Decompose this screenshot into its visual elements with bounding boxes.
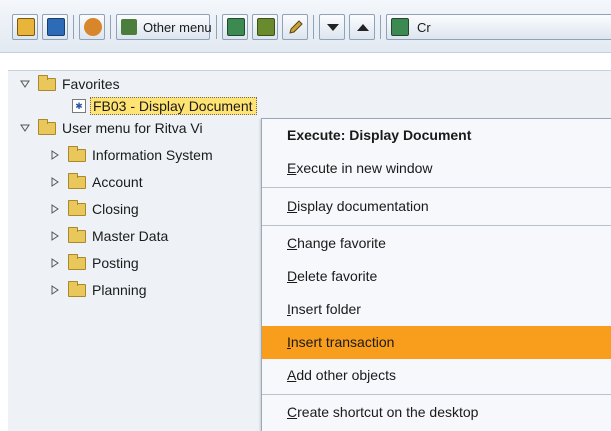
expand-icon[interactable] xyxy=(48,202,62,216)
favorites-icon xyxy=(47,18,65,36)
tree-child-label: Master Data xyxy=(92,228,169,244)
context-menu: Execute: Display Document Execute in new… xyxy=(261,118,611,431)
tree-child-label: Planning xyxy=(92,282,147,298)
menu-item-label: Execute: Display Document xyxy=(287,127,472,143)
refresh-button[interactable] xyxy=(79,14,105,40)
menu-separator xyxy=(262,187,611,188)
folder-open-icon xyxy=(38,118,56,135)
tree-node-child[interactable]: Master Data xyxy=(48,225,168,247)
folder-icon xyxy=(68,226,86,243)
toolbar-separator xyxy=(380,15,381,39)
user-menu-label: User menu for Ritva Vi xyxy=(62,120,203,136)
tree-node-child[interactable]: Posting xyxy=(48,252,139,274)
menu-item-add-other-objects[interactable]: Add other objects xyxy=(262,359,611,392)
favorite-item-fb03[interactable]: FB03 - Display Document xyxy=(90,97,257,115)
tree-node-fb03[interactable]: ✱ FB03 - Display Document xyxy=(72,95,257,117)
change-favorite-button[interactable] xyxy=(222,14,248,40)
expand-icon[interactable] xyxy=(48,229,62,243)
favorites-button[interactable] xyxy=(42,14,68,40)
menu-item-display-documentation[interactable]: Display documentation xyxy=(262,190,611,223)
tree-node-favorites[interactable]: Favorites xyxy=(18,73,120,95)
mnemonic: D xyxy=(287,268,298,284)
menu-separator xyxy=(262,394,611,395)
menu-separator xyxy=(262,225,611,226)
menu-item-label: isplay documentation xyxy=(297,198,429,214)
tree-node-child[interactable]: Information System xyxy=(48,144,213,166)
tree-node-user-menu[interactable]: User menu for Ritva Vi xyxy=(18,117,203,139)
folder-icon xyxy=(68,280,86,297)
toolbar-separator xyxy=(313,15,314,39)
create-role-label: Cr xyxy=(417,20,431,35)
move-down-button[interactable] xyxy=(319,14,345,40)
add-favorite-button[interactable] xyxy=(12,14,38,40)
toolbar-separator xyxy=(73,15,74,39)
tree-child-label: Closing xyxy=(92,201,139,217)
mnemonic: C xyxy=(287,235,298,251)
tree-node-child[interactable]: Planning xyxy=(48,279,147,301)
refresh-icon xyxy=(84,18,102,36)
menu-item-label: elete favorite xyxy=(297,268,378,284)
tree-node-child[interactable]: Closing xyxy=(48,198,139,220)
menu-item-label: reate shortcut on the desktop xyxy=(297,404,479,420)
menu-item-insert-folder[interactable]: Insert folder xyxy=(262,293,611,326)
menu-item-label: dd other objects xyxy=(296,367,396,383)
move-down-icon xyxy=(324,18,342,36)
collapse-icon[interactable] xyxy=(18,77,32,91)
tree-child-label: Information System xyxy=(92,147,213,163)
other-menu-button[interactable]: Other menu xyxy=(116,14,212,40)
tree-node-child[interactable]: Account xyxy=(48,171,143,193)
collapse-icon[interactable] xyxy=(18,121,32,135)
menu-item-label: nsert transaction xyxy=(290,334,395,350)
create-role-button[interactable]: Cr xyxy=(386,14,611,40)
tree-child-label: Account xyxy=(92,174,143,190)
menu-item-label: nsert folder xyxy=(290,301,361,317)
expand-icon[interactable] xyxy=(48,148,62,162)
tree-child-label: Posting xyxy=(92,255,139,271)
folder-icon xyxy=(68,253,86,270)
change-favorite-icon xyxy=(227,18,245,36)
create-role-icon xyxy=(391,18,409,36)
expand-icon[interactable] xyxy=(48,256,62,270)
delete-favorite-icon xyxy=(257,18,275,36)
other-menu-label: Other menu xyxy=(143,20,212,35)
menu-item-create-shortcut[interactable]: Create shortcut on the desktop xyxy=(262,396,611,429)
delete-favorite-button[interactable] xyxy=(252,14,278,40)
toolbar-separator xyxy=(110,15,111,39)
other-menu-icon xyxy=(121,19,137,35)
add-favorite-icon xyxy=(17,18,35,36)
application-toolbar: Other menu Cr xyxy=(0,0,611,53)
menu-item-label: hange favorite xyxy=(297,235,386,251)
expand-icon[interactable] xyxy=(48,175,62,189)
menu-item-change-favorite[interactable]: Change favorite xyxy=(262,227,611,260)
menu-item-insert-transaction[interactable]: Insert transaction xyxy=(262,326,611,359)
folder-icon xyxy=(68,145,86,162)
menu-item-execute-new-window[interactable]: Execute in new window xyxy=(262,152,611,185)
favorites-label: Favorites xyxy=(62,76,120,92)
folder-open-icon xyxy=(38,74,56,91)
move-up-button[interactable] xyxy=(349,14,375,40)
menu-item-execute[interactable]: Execute: Display Document xyxy=(262,119,611,152)
pencil-icon xyxy=(287,18,305,36)
menu-item-delete-favorite[interactable]: Delete favorite xyxy=(262,260,611,293)
transaction-icon: ✱ xyxy=(72,99,86,113)
menu-item-label: xecute in new window xyxy=(296,160,433,176)
expand-icon[interactable] xyxy=(48,283,62,297)
folder-icon xyxy=(68,172,86,189)
mnemonic: A xyxy=(287,367,297,383)
pencil-button[interactable] xyxy=(282,14,308,40)
move-up-icon xyxy=(354,18,372,36)
folder-icon xyxy=(68,199,86,216)
toolbar-separator xyxy=(216,15,217,39)
mnemonic: C xyxy=(287,404,298,420)
mnemonic: E xyxy=(287,160,297,176)
mnemonic: D xyxy=(287,198,298,214)
